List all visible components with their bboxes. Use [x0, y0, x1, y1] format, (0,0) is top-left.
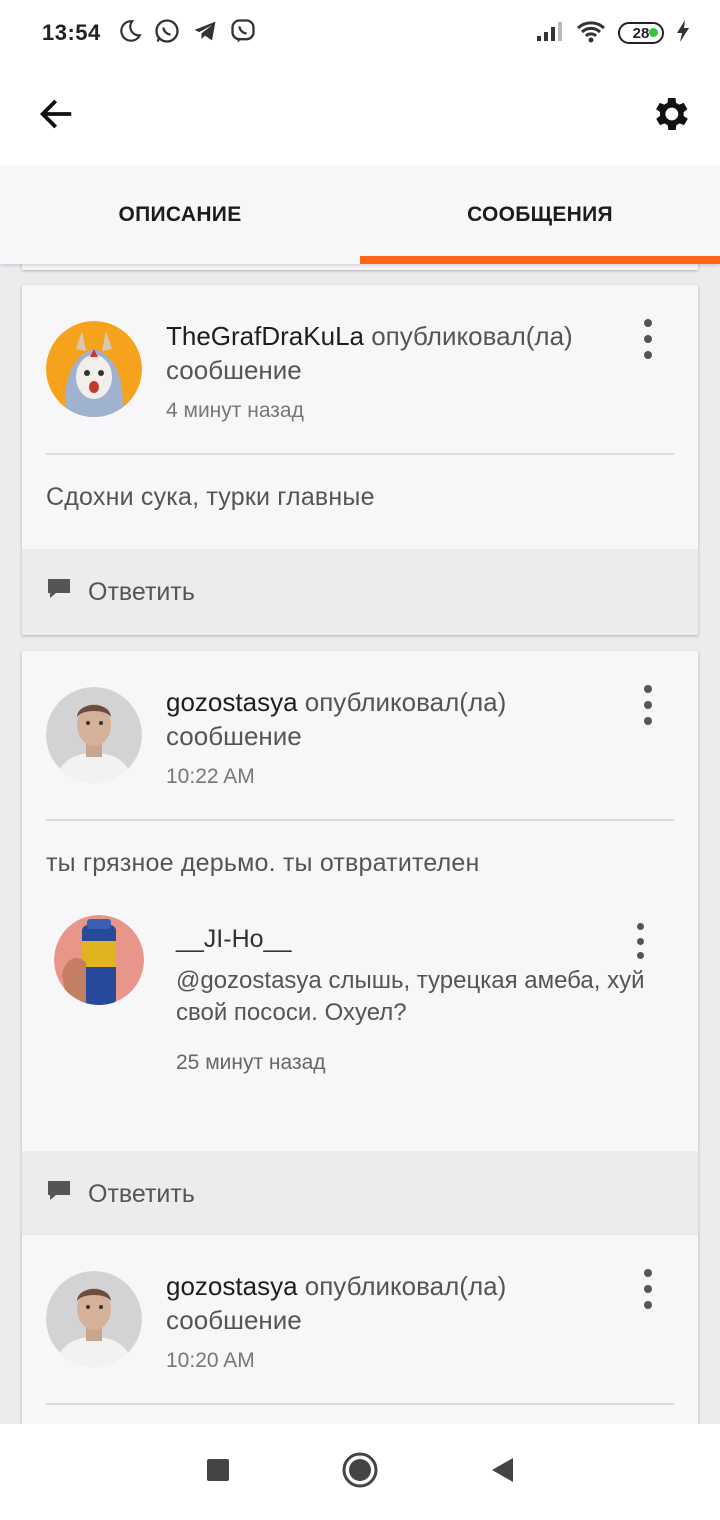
divider: [46, 1403, 674, 1405]
avatar[interactable]: [46, 321, 142, 417]
messages-feed[interactable]: TheGrafDraKuLa опубликовал(ла) сообшение…: [0, 264, 720, 1424]
viber-icon: [229, 17, 257, 50]
whatsapp-icon: [153, 17, 181, 50]
post-username[interactable]: TheGrafDraKuLa: [166, 321, 364, 351]
tab-messages[interactable]: СООБЩЕНИЯ: [360, 166, 720, 264]
reply-time: 25 минут назад: [176, 1051, 326, 1074]
previous-card-edge: [22, 264, 698, 270]
recents-square-icon[interactable]: [205, 1457, 231, 1488]
reply-text: @gozostasya слышь, турецкая амеба, хуй с…: [176, 967, 645, 1026]
reply-label: Ответить: [88, 577, 195, 606]
post-header-text: gozostasya опубликовал(ла) сообшение: [166, 685, 606, 753]
battery-level: 28: [632, 24, 650, 42]
reply-username[interactable]: __JI-Ho__: [176, 925, 291, 954]
nested-reply: __JI-Ho__ @gozostasya слышь, турецкая ам…: [22, 915, 698, 1151]
more-options-icon[interactable]: [630, 923, 650, 959]
charging-icon: [676, 19, 690, 48]
reply-button[interactable]: Ответить: [22, 1151, 698, 1237]
post-header-text: gozostasya опубликовал(ла) сообшение: [166, 1269, 606, 1337]
moon-icon: [117, 18, 143, 49]
post-username[interactable]: gozostasya: [166, 1271, 298, 1301]
post-username[interactable]: gozostasya: [166, 687, 298, 717]
post-time: 4 минут назад: [166, 399, 304, 422]
more-options-icon[interactable]: [638, 685, 658, 725]
back-triangle-icon[interactable]: [489, 1456, 515, 1489]
avatar[interactable]: [54, 915, 144, 1005]
home-circle-icon[interactable]: [341, 1451, 379, 1494]
avatar[interactable]: [46, 687, 142, 783]
post-card: TheGrafDraKuLa опубликовал(ла) сообшение…: [22, 285, 698, 635]
status-time: 13:54: [42, 20, 101, 45]
gear-icon[interactable]: [648, 92, 692, 141]
post-message: Сдохни сука, турки главные: [46, 483, 375, 511]
reply-button[interactable]: Ответить: [22, 549, 698, 635]
divider: [46, 453, 674, 455]
post-time: 10:20 AM: [166, 1349, 255, 1372]
more-options-icon[interactable]: [638, 1269, 658, 1309]
avatar[interactable]: [46, 1271, 142, 1367]
post-card: gozostasya опубликовал(ла) сообшение 10:…: [22, 651, 698, 1237]
telegram-icon: [191, 17, 219, 50]
comment-icon: [46, 577, 72, 608]
signal-icon: [536, 20, 564, 47]
app-bar: [0, 66, 720, 166]
divider: [46, 819, 674, 821]
wifi-icon: [576, 19, 606, 48]
reply-label: Ответить: [88, 1179, 195, 1208]
comment-icon: [46, 1179, 72, 1210]
tab-description[interactable]: ОПИСАНИЕ: [0, 166, 360, 264]
post-header-text: TheGrafDraKuLa опубликовал(ла) сообшение: [166, 319, 606, 387]
system-nav-bar: [0, 1424, 720, 1520]
status-bar: 13:54 28: [0, 0, 720, 66]
back-arrow-icon[interactable]: [36, 94, 76, 139]
battery-indicator: 28: [618, 22, 664, 44]
post-time: 10:22 AM: [166, 765, 255, 788]
post-card: gozostasya опубликовал(ла) сообшение 10:…: [22, 1235, 698, 1424]
tab-bar: ОПИСАНИЕ СООБЩЕНИЯ: [0, 166, 720, 264]
post-message: ты грязное дерьмо. ты отвратителен: [46, 849, 480, 877]
more-options-icon[interactable]: [638, 319, 658, 359]
